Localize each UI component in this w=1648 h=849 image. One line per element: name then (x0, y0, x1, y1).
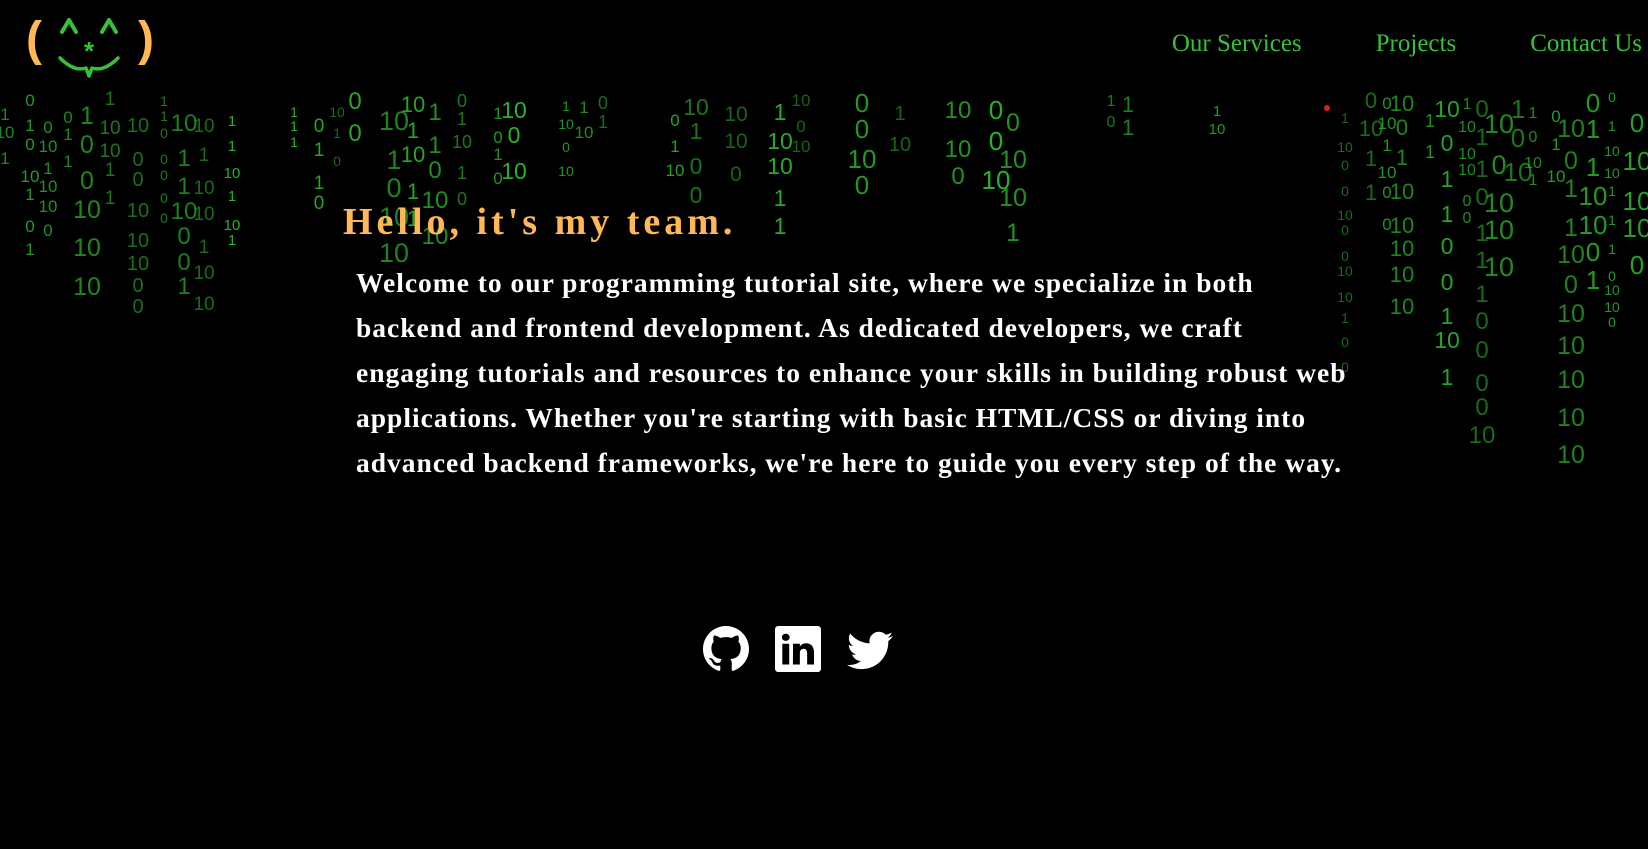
logo-left-paren: ( (26, 13, 42, 66)
site-header: ( * ) Our Services Projects Contact Us (0, 0, 1648, 90)
hero-title: Hello, it's my team. (343, 201, 737, 243)
nav-our-services[interactable]: Our Services (1172, 30, 1302, 58)
social-links (703, 626, 893, 672)
twitter-icon (847, 631, 893, 670)
svg-text:*: * (84, 36, 95, 66)
logo-right-paren: ) (138, 13, 154, 66)
hero-description: Welcome to our programming tutorial site… (356, 267, 1347, 478)
nav-contact-us[interactable]: Contact Us (1530, 30, 1642, 58)
nav-projects[interactable]: Projects (1376, 30, 1457, 58)
github-link[interactable] (703, 626, 749, 672)
hero-section: Hello, it's my team. Welcome to our prog… (0, 0, 1648, 849)
cat-face-icon: * (58, 18, 120, 78)
twitter-link[interactable] (847, 626, 893, 672)
github-icon (703, 626, 749, 671)
linkedin-link[interactable] (775, 626, 821, 672)
main-nav: Our Services Projects Contact Us (1172, 30, 1642, 58)
site-logo[interactable]: ( * ) (26, 6, 162, 82)
linkedin-icon (775, 626, 821, 672)
